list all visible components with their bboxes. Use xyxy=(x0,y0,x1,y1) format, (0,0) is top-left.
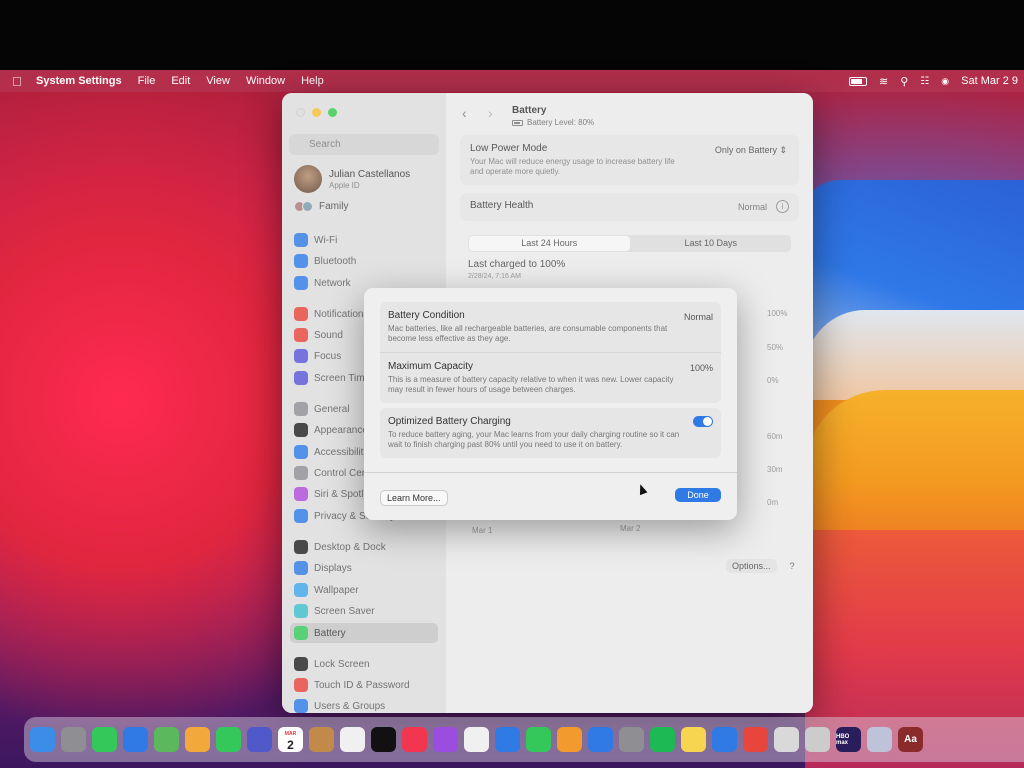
battery-condition-row: Battery Condition Mac batteries, like al… xyxy=(380,302,721,352)
preview-icon[interactable] xyxy=(774,727,799,752)
app-store-icon[interactable] xyxy=(588,727,613,752)
system-settings-icon[interactable] xyxy=(619,727,644,752)
podcasts-icon[interactable] xyxy=(433,727,458,752)
calendar-icon[interactable]: MAR 2 xyxy=(278,727,303,752)
menubar-clock[interactable]: Sat Mar 2 9 xyxy=(961,75,1018,87)
optimized-charging-desc: To reduce battery aging, your Mac learns… xyxy=(388,430,680,449)
chrome-icon[interactable] xyxy=(743,727,768,752)
launchpad-icon[interactable] xyxy=(61,727,86,752)
wallpaper-white-wave xyxy=(805,310,1024,400)
menu-window[interactable]: Window xyxy=(246,75,285,87)
optimized-charging-toggle[interactable] xyxy=(693,416,713,427)
pages-icon[interactable] xyxy=(557,727,582,752)
teams-icon[interactable] xyxy=(247,727,272,752)
sheet-divider xyxy=(364,472,737,473)
menu-extras: ≋ ⚲ ☷ ◉ Sat Mar 2 9 xyxy=(849,70,1018,92)
screen-bezel xyxy=(0,0,1024,70)
battery-health-sheet: Battery Condition Mac batteries, like al… xyxy=(364,288,737,520)
contacts-icon[interactable] xyxy=(309,727,334,752)
maximum-capacity-row: Maximum Capacity This is a measure of ba… xyxy=(380,352,721,403)
control-center-icon[interactable]: ☷ xyxy=(920,76,929,87)
photos-icon[interactable] xyxy=(185,727,210,752)
dictionary-label: Aa xyxy=(904,734,917,745)
dictionary-icon[interactable]: Aa xyxy=(898,727,923,752)
notes-icon[interactable] xyxy=(681,727,706,752)
menu-bar:  System Settings File Edit View Window … xyxy=(0,70,1024,92)
menu-help[interactable]: Help xyxy=(301,75,324,87)
learn-more-button[interactable]: Learn More... xyxy=(380,490,448,506)
maximum-capacity-title: Maximum Capacity xyxy=(388,361,474,372)
safari-icon[interactable] xyxy=(712,727,737,752)
battery-condition-title: Battery Condition xyxy=(388,310,465,321)
battery-condition-value: Normal xyxy=(683,312,713,322)
numbers-icon[interactable] xyxy=(526,727,551,752)
dock: MAR 2 HBO max Aa xyxy=(24,717,1024,762)
maximum-capacity-desc: This is a measure of battery capacity re… xyxy=(388,375,674,394)
hbo-max-label: HBO max xyxy=(836,733,850,746)
wifi-icon[interactable]: ≋ xyxy=(879,75,888,88)
maximum-capacity-value: 100% xyxy=(689,363,713,373)
battery-details-card: Battery Condition Mac batteries, like al… xyxy=(380,302,721,403)
reminders-icon[interactable] xyxy=(340,727,365,752)
calendar-day: 2 xyxy=(287,737,294,752)
optimized-charging-card: Optimized Battery Charging To reduce bat… xyxy=(380,408,721,458)
facetime-icon[interactable] xyxy=(216,727,241,752)
menu-view[interactable]: View xyxy=(206,75,230,87)
apple-menu-icon[interactable]:  xyxy=(12,74,36,89)
finder-icon[interactable] xyxy=(30,727,55,752)
maps-icon[interactable] xyxy=(154,727,179,752)
optimized-charging-row: Optimized Battery Charging To reduce bat… xyxy=(380,408,721,458)
music-icon[interactable] xyxy=(402,727,427,752)
spotify-icon[interactable] xyxy=(650,727,675,752)
menu-edit[interactable]: Edit xyxy=(171,75,190,87)
messages-icon[interactable] xyxy=(92,727,117,752)
done-button[interactable]: Done xyxy=(675,488,721,502)
menu-app-name[interactable]: System Settings xyxy=(36,75,122,87)
apple-tv-icon[interactable] xyxy=(371,727,396,752)
keynote-icon[interactable] xyxy=(495,727,520,752)
optimized-charging-title: Optimized Battery Charging xyxy=(388,416,511,427)
roblox-icon[interactable] xyxy=(805,727,830,752)
news-icon[interactable] xyxy=(464,727,489,752)
cube-app-icon[interactable] xyxy=(867,727,892,752)
battery-condition-desc: Mac batteries, like all rechargeable bat… xyxy=(388,324,668,343)
menubar-battery-icon[interactable] xyxy=(849,76,868,86)
search-icon[interactable]: ⚲ xyxy=(900,75,908,88)
wallpaper-orange-wave xyxy=(805,390,1024,540)
menu-file[interactable]: File xyxy=(138,75,156,87)
siri-icon[interactable]: ◉ xyxy=(941,76,949,87)
mail-icon[interactable] xyxy=(123,727,148,752)
hbo-max-icon[interactable]: HBO max xyxy=(836,727,861,752)
